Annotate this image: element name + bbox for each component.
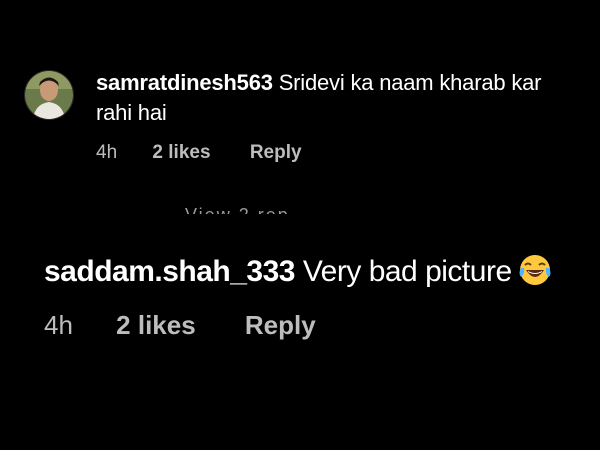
- profile-photo-icon: [25, 71, 73, 119]
- comment-username[interactable]: samratdinesh563: [96, 70, 273, 95]
- likes-count[interactable]: 2 likes: [116, 310, 196, 340]
- comment-time: 4h: [96, 142, 118, 163]
- likes-count[interactable]: 2 likes: [152, 142, 210, 164]
- comment-meta: 4h 2 likes Reply: [44, 310, 316, 341]
- avatar[interactable]: [24, 70, 74, 120]
- comment-item: saddam.shah_333 Very bad picture 4h 2 li…: [44, 252, 584, 340]
- comment-time: 4h: [44, 310, 73, 340]
- comment-body: saddam.shah_333 Very bad picture: [44, 252, 584, 292]
- comment-text: Very bad picture: [302, 255, 512, 288]
- reply-button[interactable]: Reply: [250, 142, 302, 164]
- comment-meta: 4h 2 likes Reply: [96, 142, 302, 164]
- view-replies-link[interactable]: — View 2 replies: [158, 200, 288, 214]
- comment-body: samratdinesh563 Sridevi ka naam kharab k…: [96, 68, 576, 128]
- comment-username[interactable]: saddam.shah_333: [44, 255, 295, 288]
- view-replies-label: — View 2 replies: [158, 205, 288, 214]
- reply-button[interactable]: Reply: [245, 310, 316, 340]
- face-with-tears-of-joy-icon: [518, 253, 552, 287]
